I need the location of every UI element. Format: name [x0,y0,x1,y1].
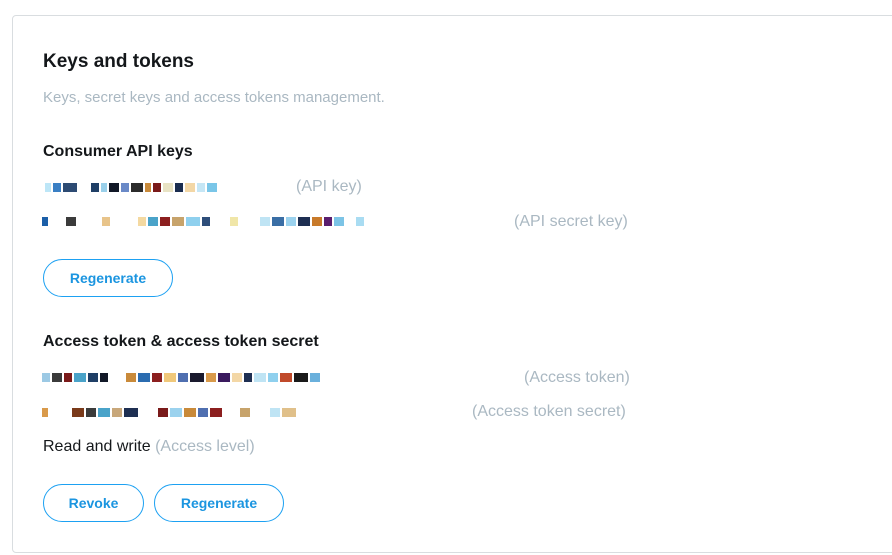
access-token-label: (Access token) [524,369,630,386]
revoke-button[interactable]: Revoke [43,484,144,522]
section-title: Keys and tokens [43,51,194,72]
access-token-value-redacted [42,370,320,384]
section-subtitle: Keys, secret keys and access tokens mana… [43,89,385,106]
access-level-row: Read and write (Access level) [43,438,255,456]
access-token-heading: Access token & access token secret [43,333,319,350]
api-secret-label: (API secret key) [514,213,628,230]
access-level-label: (Access level) [155,438,255,455]
api-secret-value-redacted [42,214,364,228]
regenerate-consumer-keys-button[interactable]: Regenerate [43,259,173,297]
access-token-secret-value-redacted [42,405,296,419]
access-token-secret-label: (Access token secret) [472,403,626,420]
api-key-value-redacted [45,180,217,194]
regenerate-access-token-button[interactable]: Regenerate [154,484,284,522]
consumer-keys-heading: Consumer API keys [43,143,193,160]
api-key-label: (API key) [296,178,362,195]
access-level-value: Read and write [43,438,151,455]
